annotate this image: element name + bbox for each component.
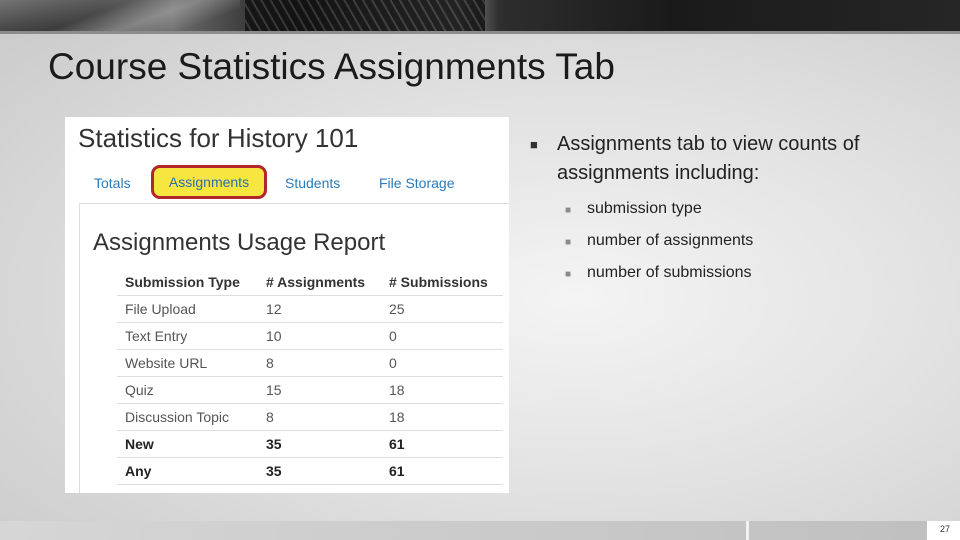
cell-assignments: 8 xyxy=(258,403,381,431)
table-row: Discussion Topic 8 18 xyxy=(117,403,503,431)
column-header: # Submissions xyxy=(381,269,503,296)
footer-bar xyxy=(0,521,960,540)
cell-submission-type: Discussion Topic xyxy=(117,403,258,431)
bullet-sub-text: number of assignments xyxy=(587,232,754,249)
cell-submission-type: Any xyxy=(117,457,258,485)
tab-file-storage[interactable]: File Storage xyxy=(379,175,454,191)
cell-submissions: 25 xyxy=(381,295,503,323)
cell-assignments: 35 xyxy=(258,430,381,458)
table-row: Text Entry 10 0 xyxy=(117,322,503,350)
bullet-sub: ■ submission type xyxy=(530,200,930,218)
report-title: Assignments Usage Report xyxy=(93,229,386,256)
page-number: 27 xyxy=(939,524,950,534)
cell-submissions: 18 xyxy=(381,403,503,431)
table-row: Website URL 8 0 xyxy=(117,349,503,377)
bullet-sub-text: submission type xyxy=(587,200,702,217)
tab-assignments[interactable]: Assignments xyxy=(151,165,267,199)
bullet-sub-text: number of submissions xyxy=(587,264,752,281)
slide-title: Course Statistics Assignments Tab xyxy=(48,46,615,87)
table-row: File Upload 12 25 xyxy=(117,295,503,323)
assignments-usage-table: Submission Type # Assignments # Submissi… xyxy=(117,269,503,485)
tab-panel-border-left xyxy=(79,203,80,493)
header-banner xyxy=(0,0,960,34)
table-row: Quiz 15 18 xyxy=(117,376,503,404)
bullet-main: ■ Assignments tab to view counts of assi… xyxy=(530,130,930,188)
cell-submissions: 0 xyxy=(381,349,503,377)
cell-assignments: 8 xyxy=(258,349,381,377)
cell-assignments: 15 xyxy=(258,376,381,404)
cell-submission-type: New xyxy=(117,430,258,458)
cell-submissions: 61 xyxy=(381,457,503,485)
statistics-heading: Statistics for History 101 xyxy=(78,123,359,153)
cell-submission-type: Website URL xyxy=(117,349,258,377)
cell-submission-type: Text Entry xyxy=(117,322,258,350)
bullet-sub: ■ number of submissions xyxy=(530,264,930,282)
cell-submission-type: Quiz xyxy=(117,376,258,404)
bullet-sub: ■ number of assignments xyxy=(530,232,930,250)
banner-hex-pattern xyxy=(245,0,485,34)
tab-totals[interactable]: Totals xyxy=(94,175,131,191)
column-header: # Assignments xyxy=(258,269,381,296)
cell-submission-type: File Upload xyxy=(117,295,258,323)
square-bullet-icon: ■ xyxy=(565,269,572,280)
screenshot-panel: Statistics for History 101 Totals Assign… xyxy=(65,117,509,493)
square-bullet-icon: ■ xyxy=(565,205,572,216)
footer-divider xyxy=(746,521,749,540)
cell-submissions: 0 xyxy=(381,322,503,350)
tab-panel-border-top xyxy=(79,203,509,204)
tab-assignments-label: Assignments xyxy=(168,174,250,190)
cell-assignments: 35 xyxy=(258,457,381,485)
banner-edge xyxy=(0,31,960,34)
cell-assignments: 10 xyxy=(258,322,381,350)
table-row: New 35 61 xyxy=(117,430,503,458)
square-bullet-icon: ■ xyxy=(530,137,538,152)
cell-submissions: 61 xyxy=(381,430,503,458)
banner-swoosh xyxy=(0,0,240,34)
cell-submissions: 18 xyxy=(381,376,503,404)
table-row: Any 35 61 xyxy=(117,457,503,485)
tab-students[interactable]: Students xyxy=(285,175,340,191)
square-bullet-icon: ■ xyxy=(565,237,572,248)
bullet-list: ■ Assignments tab to view counts of assi… xyxy=(530,130,930,282)
cell-assignments: 12 xyxy=(258,295,381,323)
column-header: Submission Type xyxy=(117,269,258,296)
bullet-main-text: Assignments tab to view counts of assign… xyxy=(557,133,860,184)
table-header-row: Submission Type # Assignments # Submissi… xyxy=(117,269,503,296)
